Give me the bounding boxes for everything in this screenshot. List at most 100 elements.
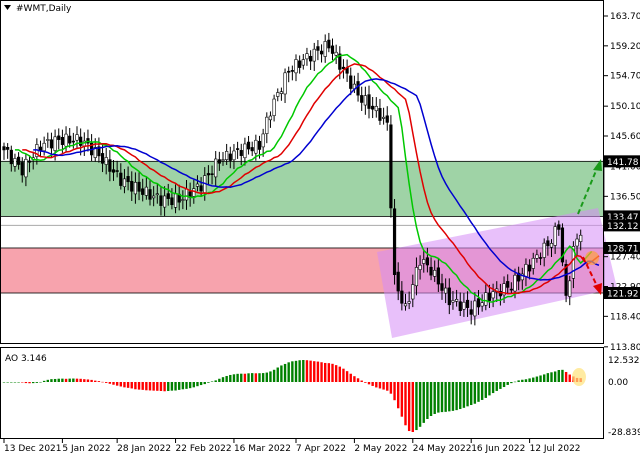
candle-body xyxy=(553,226,557,246)
candle-body xyxy=(396,271,400,292)
ao-bar xyxy=(480,382,484,400)
candle xyxy=(97,137,101,163)
candle xyxy=(71,132,75,149)
candle-body xyxy=(250,147,254,152)
ao-bar xyxy=(389,382,393,394)
ao-bar xyxy=(39,381,42,383)
ao-bar xyxy=(397,382,400,409)
ao-bar xyxy=(327,363,331,382)
candle-body xyxy=(272,98,276,116)
candle-body xyxy=(509,288,513,291)
ao-bar xyxy=(236,373,239,382)
ao-bar xyxy=(68,378,71,382)
ao-bar xyxy=(61,378,64,382)
candle-body xyxy=(316,46,320,51)
ao-bar xyxy=(272,369,276,382)
candle xyxy=(272,94,276,122)
date-tick-label: 28 Jan 2022 xyxy=(117,444,171,454)
ao-bar xyxy=(440,382,444,413)
candle-body xyxy=(38,146,43,151)
ao-bar xyxy=(557,370,560,382)
candle-body xyxy=(546,240,550,247)
ao-bar xyxy=(407,382,411,432)
candle-body xyxy=(290,70,294,72)
ao-axis-label: -28.839 xyxy=(608,428,640,438)
candle-body xyxy=(192,188,196,197)
ao-bar xyxy=(371,382,374,386)
price-tick-label: 136.50 xyxy=(610,192,640,202)
candle xyxy=(301,54,305,70)
candle-body xyxy=(71,140,75,143)
candle xyxy=(327,32,331,53)
ao-bar xyxy=(499,382,502,389)
ao-bar xyxy=(141,382,144,390)
candle-body xyxy=(2,146,6,151)
candle-body xyxy=(100,153,105,164)
candle-body xyxy=(407,301,411,304)
candle xyxy=(2,142,6,160)
candle xyxy=(385,106,389,131)
candle-body xyxy=(79,136,83,146)
candle-body xyxy=(261,133,265,148)
ao-bar xyxy=(517,380,520,382)
chart-svg[interactable]: 163.70159.20154.70150.10145.60141.00136.… xyxy=(0,0,640,457)
ao-bar xyxy=(437,382,440,413)
ao-bar xyxy=(316,361,320,382)
candle-body xyxy=(564,264,568,296)
ao-bar xyxy=(553,371,557,382)
candle-body xyxy=(371,105,375,110)
ao-bar xyxy=(415,382,418,431)
candle-body xyxy=(268,115,273,121)
candle-body xyxy=(360,95,364,103)
ao-bar xyxy=(466,382,469,407)
ao-bar xyxy=(367,382,371,385)
ao-bar xyxy=(521,379,524,382)
candle-body xyxy=(126,176,130,183)
ao-bar xyxy=(203,382,206,385)
candle-body xyxy=(389,124,393,209)
candle xyxy=(236,141,240,159)
ao-bar xyxy=(309,360,312,382)
ao-bar xyxy=(188,382,192,389)
candle-body xyxy=(549,243,554,248)
trading-chart[interactable]: 163.70 159.20 154.70 150.10 145.60 141.00 136.… xyxy=(0,0,640,457)
candle-body xyxy=(122,178,127,188)
candle-body xyxy=(159,195,163,206)
candle-body xyxy=(298,60,302,68)
candle-body xyxy=(414,267,419,287)
candle xyxy=(294,54,298,82)
candle-body xyxy=(254,139,258,154)
ao-bar xyxy=(484,382,487,398)
price-tick-label: 163.70 xyxy=(610,12,640,22)
ao-bar xyxy=(283,363,287,382)
ao-bar xyxy=(561,369,564,382)
date-tick-label: 22 Feb 2022 xyxy=(176,444,232,454)
ao-bar xyxy=(75,378,79,382)
candle xyxy=(305,47,309,66)
candle xyxy=(367,85,371,119)
ao-bar xyxy=(543,374,546,382)
ao-bar xyxy=(112,382,115,385)
candle-body xyxy=(16,156,21,165)
ao-bar xyxy=(506,382,509,385)
candle-body xyxy=(349,75,353,89)
candle-body xyxy=(49,139,54,149)
chart-title: #WMT,Daily xyxy=(16,4,72,14)
candle-body xyxy=(206,173,211,176)
ao-bar xyxy=(349,373,352,382)
candle xyxy=(360,86,364,111)
candle xyxy=(363,86,367,115)
ao-bar xyxy=(375,382,378,388)
ao-bar xyxy=(123,382,126,388)
candle-body xyxy=(115,170,119,172)
ao-axis-label: 12.532 xyxy=(608,356,640,366)
ao-bar xyxy=(240,373,243,382)
ao-bar xyxy=(42,380,46,382)
candle-body xyxy=(436,267,440,285)
ao-bar xyxy=(94,380,97,382)
candle-body xyxy=(392,208,397,275)
candle-body xyxy=(411,284,415,300)
ao-bar xyxy=(550,372,553,382)
candle-body xyxy=(27,160,32,163)
candle xyxy=(312,42,316,71)
